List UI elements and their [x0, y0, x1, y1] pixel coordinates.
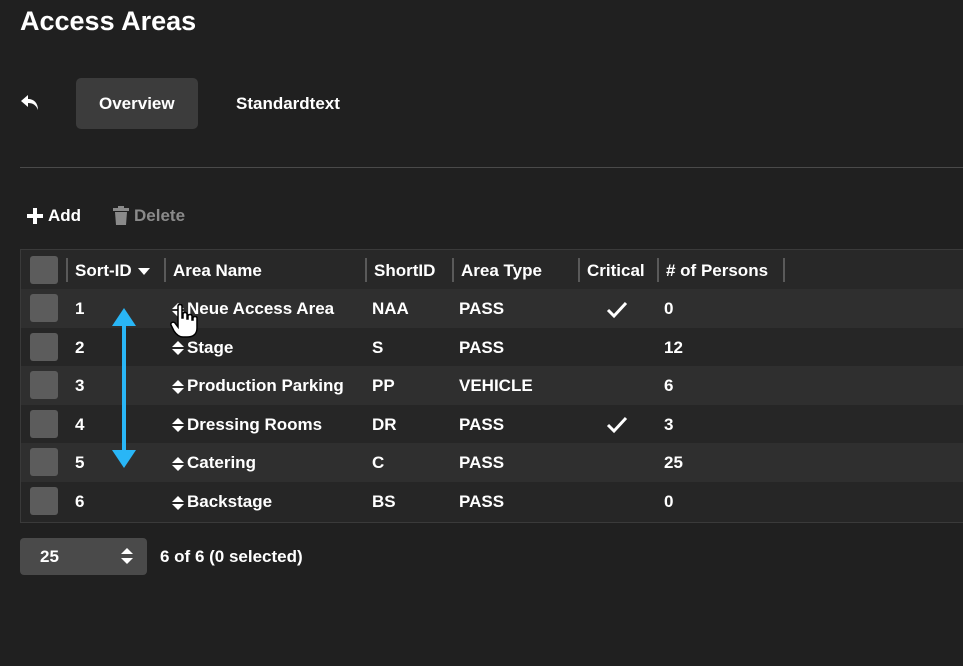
- table-row[interactable]: 6 Backstage BS PASS 0: [21, 482, 963, 521]
- column-header-label: Sort-ID: [75, 261, 132, 280]
- persons-cell: 25: [664, 453, 683, 473]
- column-separator: [578, 258, 580, 282]
- area-name-label: Neue Access Area: [187, 299, 335, 318]
- column-separator: [657, 258, 659, 282]
- row-checkbox[interactable]: [30, 448, 58, 477]
- up-down-arrows-icon: [121, 548, 133, 564]
- persons-cell: 0: [664, 492, 674, 511]
- sort-id-cell: 1: [75, 299, 85, 318]
- area-name-label: Dressing Rooms: [187, 414, 323, 434]
- trash-icon: [113, 206, 129, 225]
- drag-sort-icon[interactable]: [171, 417, 185, 433]
- divider: [20, 167, 963, 168]
- short-id-cell: NAA: [372, 299, 409, 318]
- checkmark-icon: [606, 417, 628, 434]
- hand-cursor-icon: [170, 304, 198, 338]
- column-header-area-name[interactable]: Area Name: [173, 250, 262, 289]
- area-name-cell: Production Parking: [171, 366, 344, 405]
- back-button[interactable]: [18, 90, 44, 116]
- plus-icon: [27, 208, 43, 224]
- persons-cell: 6: [664, 376, 674, 396]
- table-header: Sort-ID Area Name ShortID Area Type Crit…: [21, 250, 963, 291]
- drag-sort-icon[interactable]: [171, 340, 185, 356]
- table-row[interactable]: 3 Production Parking PP VEHICLE 6: [21, 366, 963, 406]
- area-name-label: Stage: [187, 337, 234, 357]
- area-type-cell: PASS: [459, 453, 505, 473]
- delete-button[interactable]: Delete: [112, 203, 185, 229]
- area-type-cell: PASS: [459, 299, 505, 318]
- drag-sort-icon[interactable]: [171, 379, 185, 395]
- page-title: Access Areas: [20, 6, 197, 36]
- column-separator: [783, 258, 785, 282]
- table-row[interactable]: 4 Dressing Rooms DR PASS 3: [21, 404, 963, 444]
- vertical-double-arrow-icon: [112, 308, 136, 468]
- column-header-sort-id[interactable]: Sort-ID: [75, 250, 151, 289]
- row-checkbox[interactable]: [30, 294, 58, 322]
- persons-cell: 3: [664, 414, 674, 434]
- sort-id-cell: 4: [75, 414, 85, 434]
- column-separator: [66, 258, 68, 282]
- add-button[interactable]: Add: [26, 203, 81, 229]
- row-checkbox[interactable]: [30, 487, 58, 515]
- sort-id-cell: 3: [75, 376, 85, 396]
- row-checkbox[interactable]: [30, 332, 58, 361]
- sort-id-cell: 5: [75, 453, 85, 473]
- area-type-cell: PASS: [459, 492, 505, 511]
- column-separator: [164, 258, 166, 282]
- area-name-label: Catering: [187, 453, 256, 473]
- column-separator: [365, 258, 367, 282]
- caret-down-icon: [138, 267, 151, 275]
- area-name-cell: Catering: [171, 443, 256, 482]
- area-name-label: Production Parking: [187, 376, 344, 396]
- column-header-short-id[interactable]: ShortID: [374, 250, 435, 289]
- area-type-cell: PASS: [459, 414, 505, 434]
- short-id-cell: BS: [372, 492, 396, 511]
- drag-sort-icon[interactable]: [171, 495, 185, 511]
- sort-id-cell: 2: [75, 337, 85, 357]
- short-id-cell: PP: [372, 376, 395, 396]
- area-name-cell: Dressing Rooms: [171, 405, 322, 444]
- column-header-area-type[interactable]: Area Type: [461, 250, 542, 289]
- access-areas-table: Sort-ID Area Name ShortID Area Type Crit…: [20, 249, 963, 523]
- page-size-value: 25: [40, 547, 59, 566]
- table-row[interactable]: 2 Stage S PASS 12: [21, 327, 963, 367]
- persons-cell: 12: [664, 337, 683, 357]
- add-label: Add: [48, 206, 82, 225]
- tab-overview[interactable]: Overview: [76, 78, 198, 129]
- column-separator: [452, 258, 454, 282]
- checkmark-icon: [606, 301, 628, 318]
- area-type-cell: PASS: [459, 337, 505, 357]
- page-size-select[interactable]: 25: [20, 538, 147, 575]
- row-checkbox[interactable]: [30, 371, 58, 400]
- undo-arrow-icon: [21, 95, 38, 110]
- short-id-cell: DR: [372, 414, 397, 434]
- drag-sort-icon[interactable]: [171, 456, 185, 472]
- area-type-cell: VEHICLE: [459, 376, 533, 396]
- critical-cell: [606, 289, 628, 328]
- short-id-cell: S: [372, 337, 384, 357]
- row-checkbox[interactable]: [30, 409, 58, 438]
- table-row[interactable]: 5 Catering C PASS 25: [21, 443, 963, 483]
- sort-id-cell: 6: [75, 492, 85, 511]
- select-all-checkbox[interactable]: [30, 256, 58, 284]
- short-id-cell: C: [372, 453, 385, 473]
- area-name-label: Backstage: [187, 492, 273, 511]
- area-name-cell: Backstage: [171, 482, 272, 521]
- column-header-critical[interactable]: Critical: [587, 250, 645, 289]
- tab-standardtext[interactable]: Standardtext: [213, 78, 363, 129]
- selection-status: 6 of 6 (0 selected): [160, 547, 303, 566]
- critical-cell: [606, 405, 628, 444]
- table-row[interactable]: 1 Neue Access Area NAA PASS 0: [21, 289, 963, 328]
- delete-label: Delete: [134, 206, 186, 225]
- persons-cell: 0: [664, 299, 674, 318]
- column-header-persons[interactable]: # of Persons: [666, 250, 768, 289]
